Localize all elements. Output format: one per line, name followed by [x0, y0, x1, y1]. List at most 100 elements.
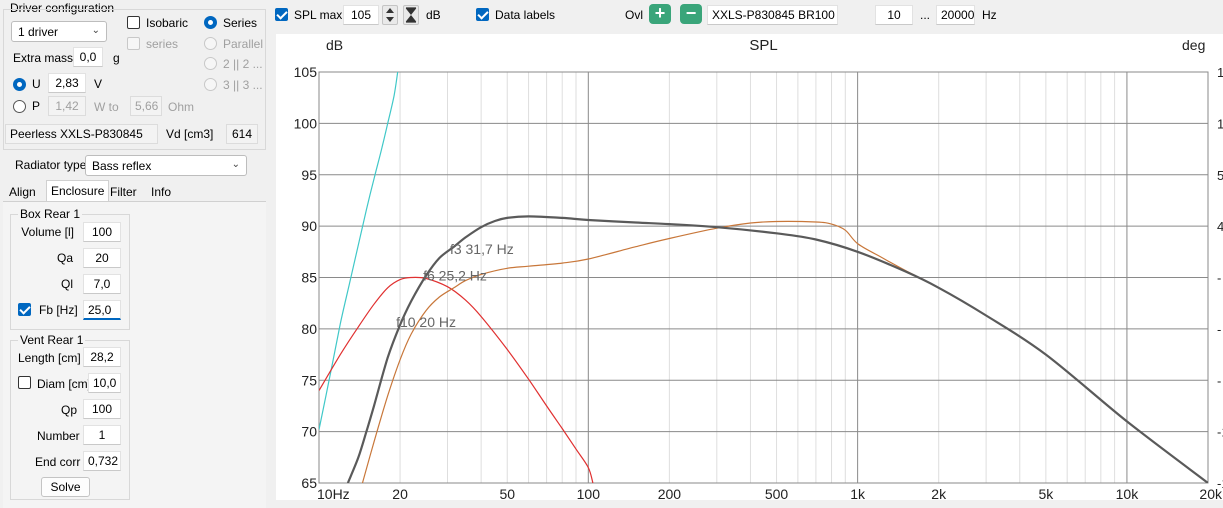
y-tick-label: 70: [301, 424, 317, 440]
power-input[interactable]: 1,42: [48, 96, 86, 116]
data-labels-label: Data labels: [495, 8, 556, 22]
hz-unit: Hz: [982, 8, 997, 22]
chevron-down-icon: ⌄: [231, 159, 240, 170]
freq-max-input[interactable]: 20000: [936, 5, 975, 25]
spl-max-label: SPL max: [294, 8, 343, 22]
spl-spin-button[interactable]: [382, 5, 398, 25]
tab-enclosure[interactable]: Enclosure: [46, 180, 110, 202]
w-to-label: W to: [94, 100, 119, 114]
solve-button[interactable]: Solve: [41, 477, 90, 497]
vd-field: 614: [226, 124, 258, 144]
overlay-name-field[interactable]: XXLS-P830845 BR100: [707, 5, 838, 25]
spl-max-checkbox[interactable]: [275, 8, 288, 21]
length-label: Length [cm]: [18, 351, 81, 365]
volume-input[interactable]: 100: [83, 222, 121, 242]
box-title: Box Rear 1: [18, 207, 83, 221]
vd-label: Vd [cm3]: [166, 127, 214, 141]
spl-max-input[interactable]: 105: [343, 5, 379, 25]
y-tick-label: 90: [301, 218, 317, 234]
extra-mass-unit: g: [113, 51, 120, 65]
db-unit: dB: [426, 8, 441, 22]
annotation-label: f6 25,2 Hz: [423, 268, 487, 284]
annotation-label: f10 20 Hz: [396, 314, 456, 330]
number-input[interactable]: 1: [83, 425, 121, 445]
plus-icon: +: [654, 3, 666, 23]
length-input[interactable]: 28,2: [83, 347, 121, 367]
fb-checkbox[interactable]: [18, 303, 31, 316]
voltage-input[interactable]: 2,83: [48, 73, 86, 93]
series-checkbox[interactable]: [127, 37, 140, 50]
x-tick-label: 10k: [1116, 486, 1140, 500]
y-tick-label: 75: [301, 372, 317, 388]
tab-filter[interactable]: Filter: [106, 182, 141, 202]
config-3-label: 3 || 3 ...: [223, 78, 263, 92]
ohm-label: Ohm: [168, 100, 195, 114]
tab-align[interactable]: Align: [5, 182, 40, 202]
x-tick-label: 20k: [1199, 486, 1223, 500]
ql-input[interactable]: 7,0: [83, 274, 121, 294]
x-tick-label: 5k: [1038, 486, 1054, 500]
freq-min-input[interactable]: 10: [875, 5, 913, 25]
freq-ellipsis: ...: [920, 8, 931, 22]
isobaric-checkbox[interactable]: [127, 16, 140, 29]
ql-label: Ql: [61, 277, 73, 291]
diam-input[interactable]: 10,0: [88, 373, 121, 393]
y2-tick-label: 1: [1217, 65, 1223, 80]
volume-label: Volume [l]: [21, 225, 74, 239]
w-to-input[interactable]: 5,66: [130, 96, 162, 116]
qp-input[interactable]: 100: [83, 399, 121, 419]
qa-label: Qa: [56, 251, 73, 265]
extra-mass-input[interactable]: 0,0: [73, 47, 103, 67]
y2-axis-label: deg: [1182, 37, 1205, 53]
driver-count-value: 1 driver: [18, 25, 59, 39]
ovl-label: Ovl: [625, 8, 643, 22]
power-label: P: [32, 99, 41, 113]
series-radio-label: Series: [223, 16, 258, 30]
parallel-radio[interactable]: [204, 37, 217, 50]
qa-input[interactable]: 20: [83, 248, 121, 268]
driver-name-field: Peerless XXLS-P830845: [5, 124, 158, 144]
y2-tick-label: 1: [1217, 116, 1223, 131]
y-tick-label: 100: [294, 115, 318, 131]
diam-label: Diam [cm]: [37, 377, 91, 391]
y-tick-label: 95: [301, 167, 317, 183]
up-down-icon: [386, 8, 394, 22]
y-tick-label: 105: [294, 64, 318, 80]
spl-chart[interactable]: SPLdBdeg1051100195590485-80-75-70-165-11…: [276, 34, 1223, 500]
diam-checkbox[interactable]: [18, 376, 31, 389]
add-overlay-button[interactable]: +: [649, 4, 671, 24]
end-corr-label: End corr: [35, 455, 81, 469]
x-tick-label: 50: [499, 486, 515, 500]
spl-fit-button[interactable]: [403, 5, 419, 25]
chart-background: [276, 34, 1223, 500]
driver-count-select[interactable]: 1 driver ⌄: [11, 21, 107, 42]
x-tick-label: 1k: [850, 486, 866, 500]
voltage-radio[interactable]: [13, 78, 26, 91]
voltage-label: U: [32, 77, 41, 91]
isobaric-label: Isobaric: [146, 16, 189, 30]
fit-icon: [405, 7, 417, 23]
y-tick-label: 80: [301, 321, 317, 337]
config-2-radio[interactable]: [204, 57, 217, 70]
tab-info[interactable]: Info: [147, 182, 175, 202]
y2-tick-label: -: [1217, 271, 1221, 286]
radiator-type-label: Radiator type: [15, 158, 87, 172]
y2-tick-label: 5: [1217, 168, 1223, 183]
extra-mass-label: Extra mass: [13, 51, 74, 65]
remove-overlay-button[interactable]: −: [680, 4, 702, 24]
fb-input[interactable]: 25,0: [83, 300, 121, 320]
chart-title: SPL: [749, 37, 777, 54]
y2-tick-label: -: [1217, 373, 1221, 388]
x-tick-label: 200: [658, 486, 682, 500]
x-tick-label: 10Hz: [317, 486, 350, 500]
config-3-radio[interactable]: [204, 78, 217, 91]
radiator-type-select[interactable]: Bass reflex ⌄: [85, 155, 247, 176]
data-labels-checkbox[interactable]: [476, 8, 489, 21]
x-tick-label: 2k: [931, 486, 947, 500]
series-radio[interactable]: [204, 16, 217, 29]
radiator-type-value: Bass reflex: [92, 159, 152, 173]
end-corr-input[interactable]: 0,732: [83, 451, 121, 471]
number-label: Number: [37, 429, 80, 443]
minus-icon: −: [685, 3, 697, 23]
power-radio[interactable]: [13, 100, 26, 113]
